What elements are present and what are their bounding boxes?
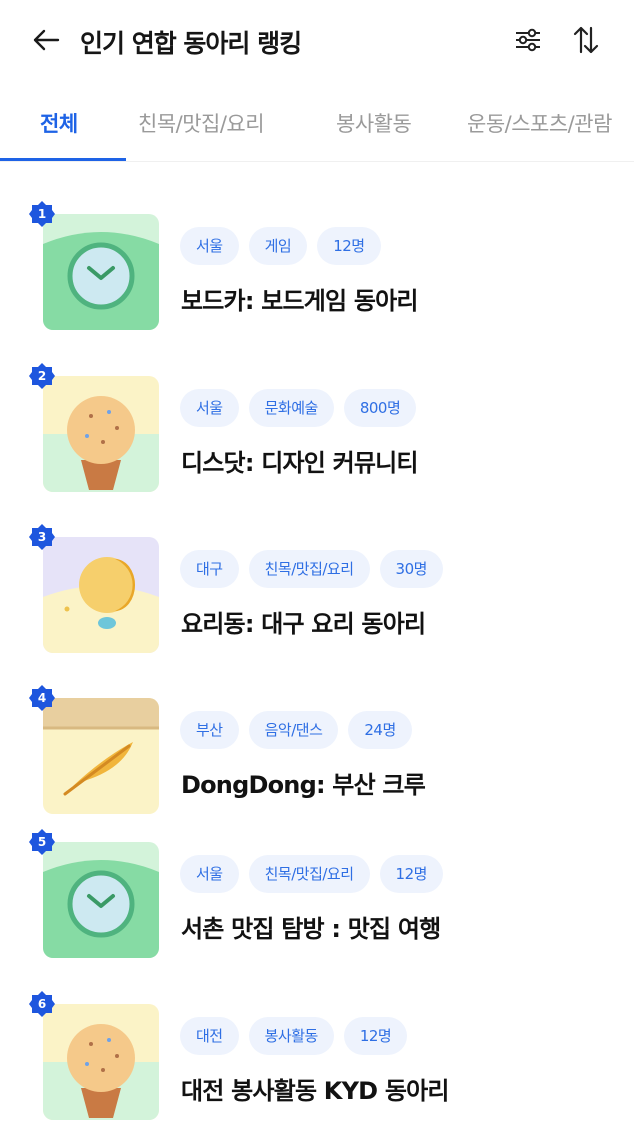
region-tag: 서울 <box>180 855 239 893</box>
rank-badge: 5 <box>29 829 55 855</box>
sort-arrows-icon <box>573 26 599 54</box>
club-name[interactable]: 디스닷: 디자인 커뮤니티 <box>181 443 419 478</box>
club-tags: 서울 친목/맛집/요리 12명 <box>180 855 443 893</box>
category-tabs: 전체 친목/맛집/요리 봉사활동 운동/스포츠/관람 <box>0 94 634 162</box>
filter-button[interactable] <box>508 20 548 60</box>
rank-badge: 3 <box>29 524 55 550</box>
rank-badge: 6 <box>29 991 55 1017</box>
category-tag: 음악/댄스 <box>248 711 339 749</box>
club-tags: 대전 봉사활동 12명 <box>180 1017 408 1055</box>
list-item[interactable]: 5 서울 친목/맛집/요리 12명 서촌 맛집 탐방 : 맛집 여행 <box>0 824 634 974</box>
category-tag: 게임 <box>248 227 308 265</box>
club-tags: 서울 게임 12명 <box>180 227 381 265</box>
region-tag: 서울 <box>180 227 239 265</box>
sliders-icon <box>516 28 540 52</box>
rank-number: 5 <box>37 835 47 849</box>
tab-volunteer[interactable]: 봉사활동 <box>336 108 412 138</box>
category-tag: 봉사활동 <box>248 1017 334 1055</box>
rank-badge: 1 <box>29 201 55 227</box>
tab-sports[interactable]: 운동/스포츠/관람 <box>467 108 612 138</box>
club-thumbnail-clock <box>43 842 159 958</box>
club-name[interactable]: 보드카: 보드게임 동아리 <box>181 281 419 316</box>
rank-number: 4 <box>37 691 47 705</box>
arrow-left-icon <box>33 29 60 51</box>
rank-number: 3 <box>37 530 47 544</box>
list-item[interactable]: 2 서울 문화예술 800명 디스닷: 디자인 커뮤니티 <box>0 358 634 508</box>
list-item[interactable]: 6 대전 봉사활동 12명 대전 봉사활동 KYD 동아리 <box>0 986 634 1133</box>
member-count-tag: 30명 <box>379 550 443 588</box>
member-count-tag: 12명 <box>317 227 381 265</box>
category-tag: 친목/맛집/요리 <box>248 550 370 588</box>
sort-button[interactable] <box>566 20 606 60</box>
category-tag: 문화예술 <box>248 389 334 427</box>
rank-number: 6 <box>37 997 47 1011</box>
member-count-tag: 800명 <box>343 389 417 427</box>
club-thumbnail-leaf-folder <box>43 698 159 814</box>
club-thumbnail-ice-cream <box>43 1004 159 1120</box>
active-tab-indicator <box>0 158 126 161</box>
list-item[interactable]: 3 대구 친목/맛집/요리 30명 요리동: 대구 요리 동아리 <box>0 519 634 669</box>
club-name[interactable]: 대전 봉사활동 KYD 동아리 <box>181 1071 449 1106</box>
page-title: 인기 연합 동아리 랭킹 <box>80 29 302 58</box>
app-header: 인기 연합 동아리 랭킹 <box>0 0 634 86</box>
club-tags: 대구 친목/맛집/요리 30명 <box>180 550 443 588</box>
region-tag: 대구 <box>180 550 239 588</box>
club-thumbnail-clock <box>43 214 159 330</box>
tab-all[interactable]: 전체 <box>40 108 78 138</box>
club-tags: 서울 문화예술 800명 <box>180 389 417 427</box>
rank-number: 1 <box>37 207 47 221</box>
club-thumbnail-moon <box>43 537 159 653</box>
member-count-tag: 24명 <box>348 711 412 749</box>
member-count-tag: 12명 <box>343 1017 408 1055</box>
club-tags: 부산 음악/댄스 24명 <box>180 711 412 749</box>
club-name[interactable]: DongDong: 부산 크루 <box>181 765 426 800</box>
region-tag: 부산 <box>180 711 239 749</box>
club-name[interactable]: 서촌 맛집 탐방 : 맛집 여행 <box>181 909 441 944</box>
list-item[interactable]: 4 부산 음악/댄스 24명 DongDong: 부산 크루 <box>0 680 634 830</box>
club-thumbnail-ice-cream <box>43 376 159 492</box>
list-item[interactable]: 1 서울 게임 12명 보드카: 보드게임 동아리 <box>0 196 634 346</box>
region-tag: 서울 <box>180 389 239 427</box>
region-tag: 대전 <box>180 1017 239 1055</box>
member-count-tag: 12명 <box>379 855 443 893</box>
rank-number: 2 <box>37 369 47 383</box>
club-name[interactable]: 요리동: 대구 요리 동아리 <box>181 604 426 639</box>
category-tag: 친목/맛집/요리 <box>248 855 370 893</box>
tab-social-food-cooking[interactable]: 친목/맛집/요리 <box>138 108 265 138</box>
back-button[interactable] <box>28 22 64 58</box>
rank-badge: 2 <box>29 363 55 389</box>
rank-badge: 4 <box>29 685 55 711</box>
